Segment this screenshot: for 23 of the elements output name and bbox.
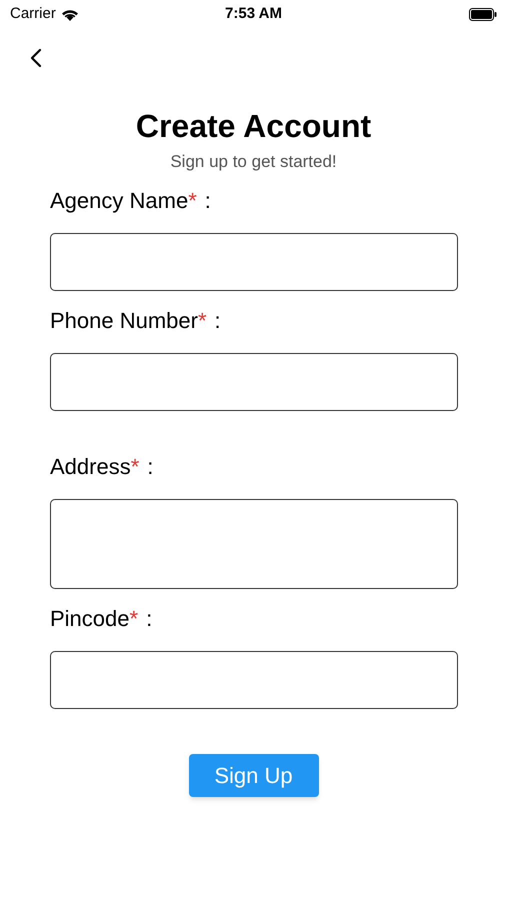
sign-up-button[interactable]: Sign Up <box>188 754 318 796</box>
carrier-name: Carrier <box>10 4 56 24</box>
text-area[interactable] <box>50 498 458 588</box>
required-mark: * <box>188 187 197 215</box>
wifi-icon <box>60 8 79 20</box>
field-label: Pincode <box>50 605 130 633</box>
label-colon: : <box>146 605 152 633</box>
label-colon: : <box>214 307 221 335</box>
required-mark: * <box>130 453 140 481</box>
label-colon: : <box>204 187 211 215</box>
status-time: 7:53 AM <box>225 4 282 24</box>
field-label: Agency Name <box>50 187 188 215</box>
field-label: Address <box>50 453 131 481</box>
field-label: Phone Number <box>50 307 198 335</box>
input-field[interactable] <box>50 650 458 708</box>
battery-icon <box>469 8 497 20</box>
input-field[interactable] <box>50 232 458 290</box>
required-mark: * <box>198 307 207 335</box>
page-title: Create Account <box>136 107 372 145</box>
label-colon: : <box>147 453 154 481</box>
required-mark: * <box>130 605 138 633</box>
page-subtitle: Sign up to get started! <box>170 151 337 173</box>
input-field[interactable] <box>50 352 458 410</box>
